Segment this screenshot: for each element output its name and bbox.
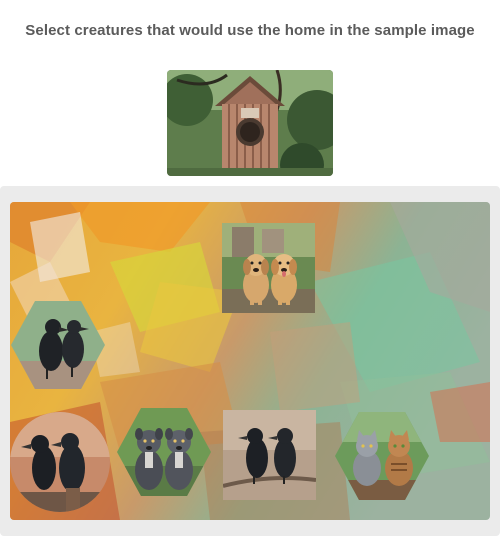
instruction-text: Select creatures that would use the home…	[25, 22, 475, 39]
option-dogs-hexagon[interactable]	[117, 408, 211, 496]
option-cats-hexagon[interactable]	[335, 412, 429, 500]
sample-image-birdhouse	[167, 70, 333, 176]
crows-image	[11, 301, 105, 389]
crows-image	[10, 412, 110, 512]
dogs-image	[117, 408, 211, 496]
option-crows-hexagon[interactable]	[11, 301, 105, 389]
puppies-image	[222, 223, 315, 313]
captcha-page: Select creatures that would use the home…	[0, 0, 500, 536]
cats-image	[335, 412, 429, 500]
options-canvas	[10, 202, 490, 520]
crows-image	[223, 410, 316, 500]
option-puppies[interactable]	[222, 223, 315, 313]
options-tray	[0, 186, 500, 536]
option-crows-rectangle[interactable]	[223, 410, 316, 500]
option-crows-circle[interactable]	[10, 412, 110, 512]
birdhouse-image	[167, 70, 333, 176]
